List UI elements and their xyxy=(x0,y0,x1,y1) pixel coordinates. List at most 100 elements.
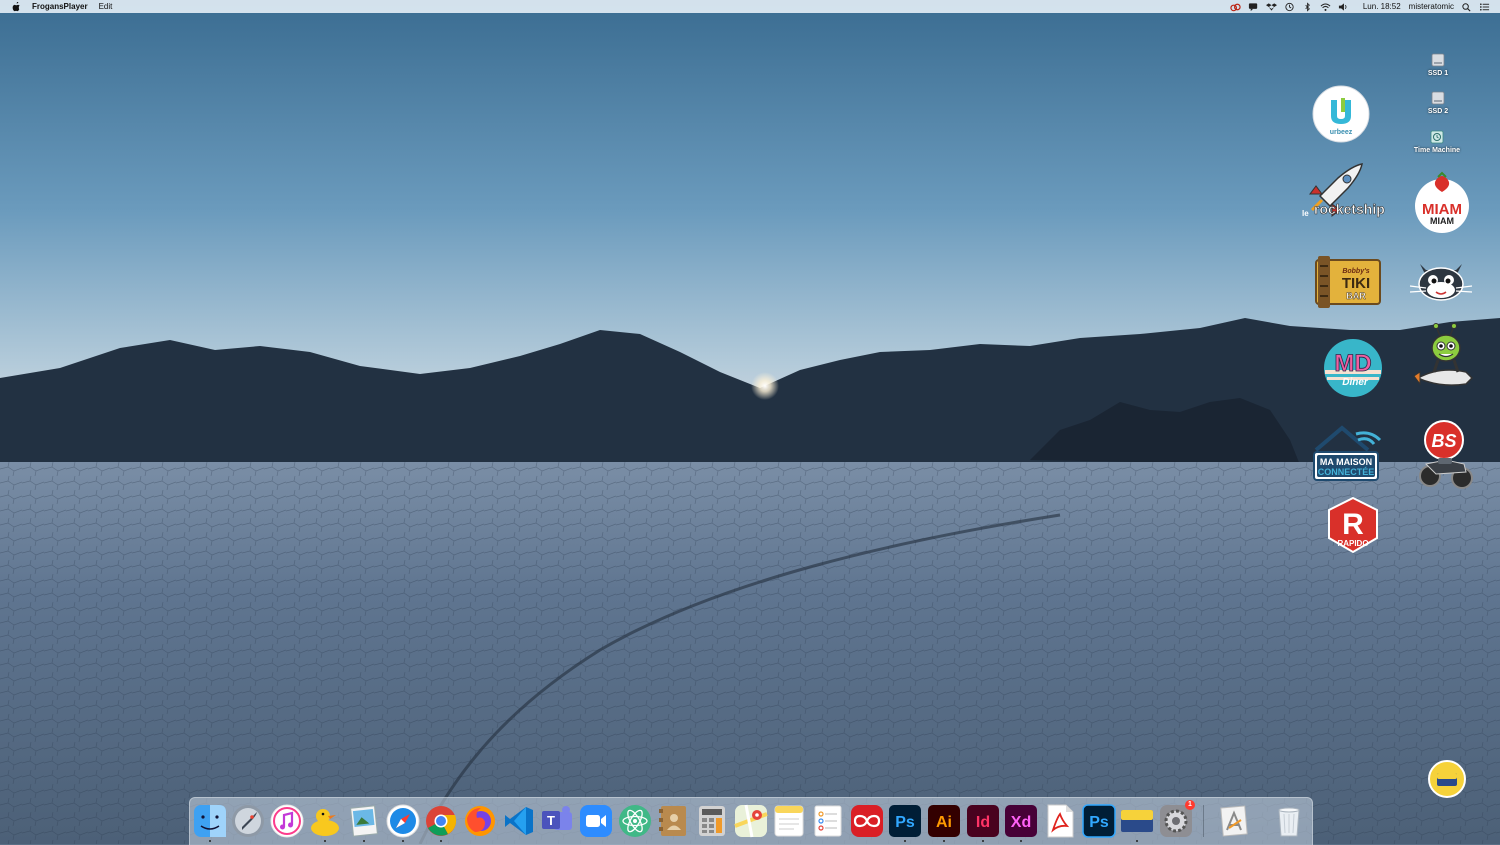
dock-app-vscode[interactable] xyxy=(502,804,536,838)
volume-icon[interactable] xyxy=(1338,2,1349,12)
apple-menu-icon[interactable] xyxy=(12,1,21,12)
reminders-icon xyxy=(814,805,842,837)
md-sub-label: Diner xyxy=(1342,377,1369,388)
dock-trash[interactable] xyxy=(1272,804,1306,838)
vscode-icon xyxy=(505,807,533,835)
teams-icon: T xyxy=(542,806,572,830)
duck-icon xyxy=(311,809,339,836)
bs-label: BS xyxy=(1431,431,1456,451)
creative-cloud-icon[interactable] xyxy=(1230,2,1241,12)
dock-app-photoshop[interactable]: Ps xyxy=(888,804,922,842)
dock-app-indesign[interactable]: Id xyxy=(966,804,1000,842)
dock-app-system-preferences[interactable]: 1 xyxy=(1159,800,1195,838)
search-icon[interactable] xyxy=(1461,2,1472,12)
desktop-sticker-md-diner[interactable]: MD Diner xyxy=(1323,338,1383,398)
md-label: MD xyxy=(1334,350,1371,377)
desktop-wallpaper xyxy=(0,0,1500,844)
maison-label-1: MA MAISON xyxy=(1320,457,1372,467)
dock-app-adobe-xd[interactable]: Xd xyxy=(1004,804,1038,842)
dock-app-safari[interactable] xyxy=(386,804,420,842)
tiki-label: TIKI xyxy=(1342,275,1370,292)
menubar-user[interactable]: misteratomic xyxy=(1409,2,1454,11)
time-machine-icon[interactable] xyxy=(1284,2,1295,12)
dock-app-frogans-player[interactable] xyxy=(1120,804,1154,842)
notification-center-icon[interactable] xyxy=(1479,2,1490,12)
menu-bar: FrogansPlayer Edit Lun. 18:52 misteratom… xyxy=(0,0,1500,13)
dock-app-cyberduck[interactable] xyxy=(308,804,342,842)
atom-icon xyxy=(619,805,651,837)
chrome-icon xyxy=(426,806,457,836)
xd-icon: Xd xyxy=(1005,805,1037,837)
running-indicator xyxy=(209,840,211,842)
dock-app-chrome[interactable] xyxy=(424,804,458,842)
desktop-sticker-rapido[interactable]: R RAPIDO xyxy=(1325,496,1381,554)
applications-folder-icon xyxy=(1220,805,1248,837)
dock-app-reminders[interactable] xyxy=(811,804,845,838)
svg-text:Ai: Ai xyxy=(936,814,952,831)
firefox-icon xyxy=(465,806,495,836)
wifi-icon[interactable] xyxy=(1320,2,1331,12)
dock-app-atom[interactable] xyxy=(618,804,652,838)
miam-label-2: MIAM xyxy=(1430,216,1454,226)
desktop-sticker-rocketship[interactable]: le rocketship xyxy=(1292,160,1385,222)
bluetooth-icon[interactable] xyxy=(1302,1,1313,12)
rapido-letter: R xyxy=(1342,508,1364,541)
dock-app-acrobat[interactable] xyxy=(1043,804,1077,838)
app-menu[interactable]: FrogansPlayer xyxy=(32,2,88,11)
desktop-frogans-widget[interactable] xyxy=(1428,760,1466,798)
svg-text:Id: Id xyxy=(976,814,990,831)
desktop-disk-ssd1[interactable]: SSD 1 xyxy=(1408,52,1468,77)
tiki-small-label: Bobby's xyxy=(1342,268,1369,275)
urbeez-label: urbeez xyxy=(1330,129,1353,136)
dock-app-launchpad[interactable] xyxy=(231,804,265,838)
messages-icon[interactable] xyxy=(1248,2,1259,12)
photoshop-icon: Ps xyxy=(889,805,921,837)
desktop-sticker-miam-miam[interactable]: MIAM MIAM xyxy=(1412,171,1472,234)
dock-app-teams[interactable]: T xyxy=(540,804,574,838)
dock-app-finder[interactable] xyxy=(193,804,227,842)
running-indicator xyxy=(943,840,945,842)
dock-stack-applications[interactable] xyxy=(1217,804,1251,838)
dock-app-calculator[interactable] xyxy=(695,804,729,838)
svg-text:Ps: Ps xyxy=(895,814,915,831)
dock-app-zoom[interactable] xyxy=(579,804,613,838)
desktop-sticker-urbeez[interactable]: urbeez xyxy=(1311,84,1371,144)
dock-app-creative-cloud[interactable] xyxy=(850,804,884,838)
finder-icon xyxy=(194,805,226,837)
dock-app-illustrator[interactable]: Ai xyxy=(927,804,961,842)
desktop-sticker-ma-maison-connectee[interactable]: MA MAISON CONNECTÉE xyxy=(1312,422,1384,484)
notes-icon xyxy=(774,805,804,837)
calculator-icon xyxy=(699,806,725,836)
desktop-sticker-tiki-bar[interactable]: Bobby's TIKI BAR xyxy=(1314,254,1382,310)
dropbox-icon[interactable] xyxy=(1265,2,1277,12)
disk-label: Time Machine xyxy=(1413,147,1461,154)
dock-app-itunes[interactable] xyxy=(270,804,304,838)
rocketship-label: rocketship xyxy=(1314,201,1385,217)
maison-label-2: CONNECTÉE xyxy=(1318,467,1375,477)
desktop-sticker-bs-moto[interactable]: BS xyxy=(1416,420,1476,490)
indesign-icon: Id xyxy=(967,805,999,837)
svg-text:T: T xyxy=(547,813,555,828)
dock-app-maps[interactable] xyxy=(734,804,768,838)
running-indicator xyxy=(440,840,442,842)
preview-icon xyxy=(350,805,378,837)
drive-icon xyxy=(1431,91,1445,105)
menu-edit[interactable]: Edit xyxy=(99,2,113,11)
zoom-icon xyxy=(580,805,612,837)
dock-app-notes[interactable] xyxy=(772,804,806,838)
itunes-icon xyxy=(270,804,304,838)
dock-app-firefox[interactable] xyxy=(463,804,497,838)
dock-app-preview[interactable] xyxy=(347,804,381,842)
desktop-sticker-cat[interactable] xyxy=(1406,254,1476,306)
dock-separator xyxy=(1203,805,1204,837)
desktop-sticker-alien[interactable] xyxy=(1410,322,1480,392)
desktop-disk-ssd2[interactable]: SSD 2 xyxy=(1408,90,1468,115)
svg-text:Ps: Ps xyxy=(1089,814,1109,831)
dock-app-photoshop-2[interactable]: Ps xyxy=(1082,804,1116,838)
photoshop-icon: Ps xyxy=(1082,804,1116,838)
menubar-clock[interactable]: Lun. 18:52 xyxy=(1363,2,1401,11)
running-indicator xyxy=(402,840,404,842)
trash-icon xyxy=(1278,807,1300,837)
desktop-disk-time-machine[interactable]: Time Machine xyxy=(1407,129,1467,154)
dock-app-contacts[interactable] xyxy=(656,804,690,838)
